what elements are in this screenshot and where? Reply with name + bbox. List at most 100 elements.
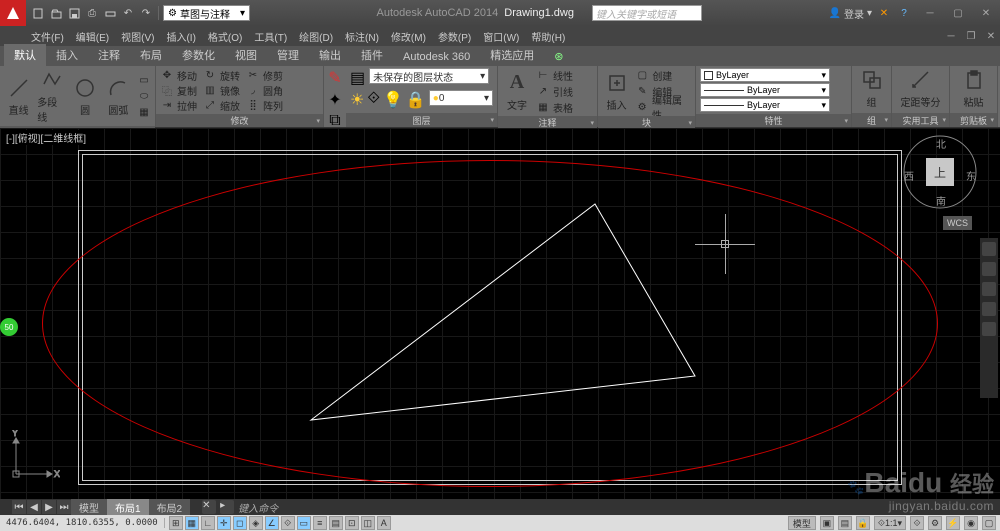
- menu-edit[interactable]: 编辑(E): [71, 27, 114, 46]
- exchange-icon[interactable]: ✕: [876, 5, 892, 21]
- menu-modify[interactable]: 修改(M): [386, 27, 431, 46]
- viewcube-north[interactable]: 北: [936, 136, 946, 151]
- doc-restore-button[interactable]: ❐: [962, 29, 980, 43]
- tab-last-icon[interactable]: ⏭: [57, 500, 71, 514]
- erase-icon[interactable]: ✎: [328, 68, 341, 88]
- menu-view[interactable]: 视图(V): [116, 27, 159, 46]
- tab-layout2[interactable]: 布局2: [149, 499, 191, 516]
- table-tool[interactable]: ▦表格: [536, 100, 573, 114]
- tab-prev-icon[interactable]: ◀: [27, 500, 41, 514]
- grid-toggle[interactable]: ▦: [185, 516, 199, 530]
- tab-model[interactable]: 模型: [71, 499, 107, 516]
- login-button[interactable]: 👤 登录 ▾: [829, 6, 872, 21]
- modelspace-button[interactable]: 模型: [788, 516, 816, 530]
- 3dosnap-toggle[interactable]: ◈: [249, 516, 263, 530]
- fillet-tool[interactable]: ◞圆角: [246, 83, 283, 97]
- nav-showmotion-icon[interactable]: [982, 322, 996, 336]
- panel-properties-label[interactable]: 特性: [696, 114, 851, 127]
- menu-draw[interactable]: 绘图(D): [294, 27, 338, 46]
- isolate-icon[interactable]: ◉: [964, 516, 978, 530]
- polyline-tool[interactable]: 多段线: [37, 68, 66, 124]
- new-icon[interactable]: [30, 5, 46, 21]
- save-icon[interactable]: [66, 5, 82, 21]
- tab-first-icon[interactable]: ⏮: [12, 500, 26, 514]
- scale-tool[interactable]: ⤢缩放: [203, 98, 240, 112]
- panel-layers-label[interactable]: 图层: [346, 113, 497, 127]
- cleanscreen-icon[interactable]: ▢: [982, 516, 996, 530]
- layerprops-icon[interactable]: ▤: [350, 68, 365, 88]
- quickview-drawings-icon[interactable]: ▤: [838, 516, 852, 530]
- menu-param[interactable]: 参数(P): [433, 27, 476, 46]
- block-create-tool[interactable]: ▢创建: [635, 68, 691, 82]
- viewport-label[interactable]: [-][俯视][二维线框]: [4, 130, 88, 145]
- drawing-area[interactable]: [-][俯视][二维线框] X Y 上 北 南 西 东 WCS 50: [0, 128, 1000, 499]
- panel-utilities-label[interactable]: 实用工具: [892, 113, 949, 127]
- osnap-toggle[interactable]: ◻: [233, 516, 247, 530]
- tab-manage[interactable]: 管理: [267, 44, 309, 66]
- move-tool[interactable]: ✥移动: [160, 68, 197, 82]
- viewcube-south[interactable]: 南: [936, 193, 946, 208]
- close-button[interactable]: ✕: [972, 3, 1000, 23]
- dim-linear-tool[interactable]: ⊢线性: [536, 68, 573, 82]
- layer-sun-icon[interactable]: ☀: [350, 90, 364, 110]
- hatch-tool[interactable]: ▦: [137, 105, 151, 119]
- panel-clipboard-label[interactable]: 剪贴板: [950, 113, 997, 127]
- ducs-toggle[interactable]: ⟐: [281, 516, 295, 530]
- open-icon[interactable]: [48, 5, 64, 21]
- tab-output[interactable]: 输出: [309, 44, 351, 66]
- block-attr-tool[interactable]: ⚙编辑属性: [635, 100, 691, 114]
- qp-toggle[interactable]: ⊡: [345, 516, 359, 530]
- search-box[interactable]: 键入关键字或短语: [592, 5, 702, 21]
- tab-a360[interactable]: Autodesk 360: [393, 48, 480, 66]
- arc-tool[interactable]: 圆弧: [104, 76, 133, 117]
- command-input[interactable]: 键入命令: [238, 500, 278, 515]
- menu-window[interactable]: 窗口(W): [478, 27, 524, 46]
- copy-tool[interactable]: ⿻复制: [160, 83, 197, 97]
- tab-next-icon[interactable]: ▶: [42, 500, 56, 514]
- annovis-toggle[interactable]: ⟐: [910, 516, 924, 530]
- viewcube-west[interactable]: 西: [904, 168, 914, 183]
- explode-icon[interactable]: ✦: [328, 90, 341, 110]
- menu-tools[interactable]: 工具(T): [249, 27, 292, 46]
- doc-close-button[interactable]: ✕: [982, 29, 1000, 43]
- tab-insert[interactable]: 插入: [46, 44, 88, 66]
- tab-home[interactable]: 默认: [4, 44, 46, 66]
- mirror-tool[interactable]: ▥镜像: [203, 83, 240, 97]
- layer-combo[interactable]: ● 0▾: [429, 90, 493, 106]
- nav-zoom-icon[interactable]: [982, 282, 996, 296]
- menu-file[interactable]: 文件(F): [26, 27, 69, 46]
- group-tool[interactable]: 组: [858, 68, 886, 109]
- panel-modify-label[interactable]: 修改: [156, 114, 323, 127]
- ws-switch-icon[interactable]: ⚙: [928, 516, 942, 530]
- circle-tool[interactable]: 圆: [71, 76, 100, 117]
- saveas-icon[interactable]: ⎙: [84, 5, 100, 21]
- nav-orbit-icon[interactable]: [982, 302, 996, 316]
- leader-tool[interactable]: ↗引线: [536, 84, 573, 98]
- menu-help[interactable]: 帮助(H): [526, 27, 570, 46]
- tab-parametric[interactable]: 参数化: [172, 44, 225, 66]
- sc-toggle[interactable]: ◫: [361, 516, 375, 530]
- snap-toggle[interactable]: ⊞: [169, 516, 183, 530]
- coordinates-display[interactable]: 4476.6404, 1810.6355, 0.0000: [0, 518, 165, 528]
- tpy-toggle[interactable]: ▤: [329, 516, 343, 530]
- text-tool[interactable]: A 文字: [502, 71, 532, 112]
- line-tool[interactable]: 直线: [4, 76, 33, 117]
- quickview-layouts-icon[interactable]: ▣: [820, 516, 834, 530]
- ellipse-tool[interactable]: ⬭: [137, 89, 151, 103]
- layer-bulb-icon[interactable]: 💡: [383, 90, 403, 110]
- nav-pan-icon[interactable]: [982, 262, 996, 276]
- layer-lock-icon[interactable]: 🔒: [406, 90, 426, 110]
- dyn-toggle[interactable]: ▭: [297, 516, 311, 530]
- command-line[interactable]: ✕ ▸ 键入命令: [202, 500, 1000, 515]
- lwt-toggle[interactable]: ≡: [313, 516, 327, 530]
- selection-cycling-badge[interactable]: 50: [0, 318, 18, 336]
- undo-icon[interactable]: ↶: [120, 5, 136, 21]
- workspace-combo[interactable]: ⚙草图与注释▾: [163, 5, 250, 21]
- command-close-icon[interactable]: ✕: [202, 500, 216, 514]
- stretch-tool[interactable]: ⇥拉伸: [160, 98, 197, 112]
- annoscale-lock-icon[interactable]: 🔒: [856, 516, 870, 530]
- tab-annotate[interactable]: 注释: [88, 44, 130, 66]
- measure-tool[interactable]: 定距等分: [899, 68, 943, 109]
- paste-tool[interactable]: 粘贴: [957, 68, 991, 109]
- ortho-toggle[interactable]: ∟: [201, 516, 215, 530]
